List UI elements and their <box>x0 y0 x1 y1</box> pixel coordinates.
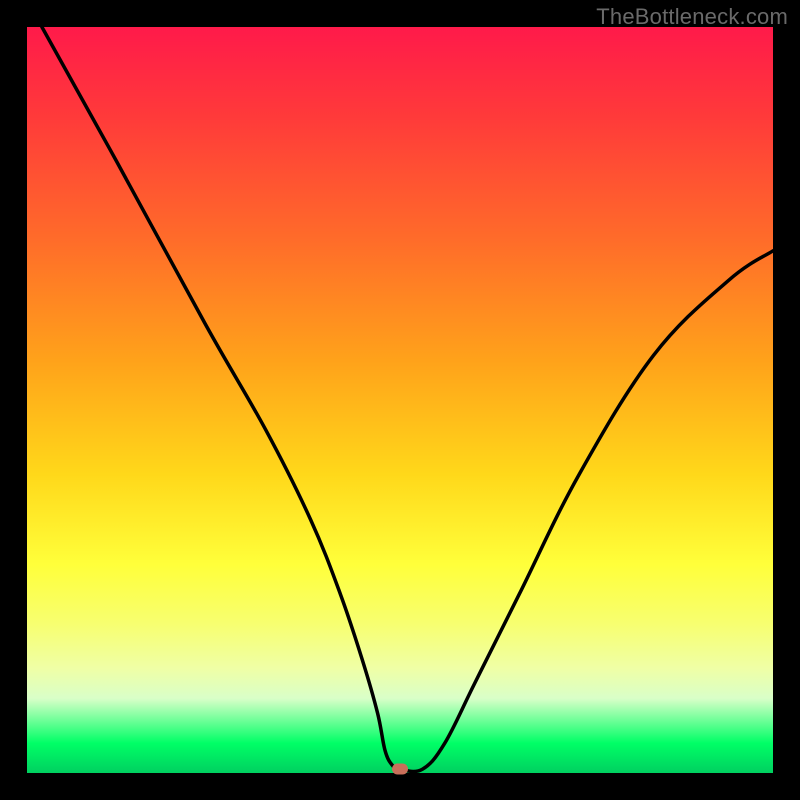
chart-frame: TheBottleneck.com <box>0 0 800 800</box>
watermark-text: TheBottleneck.com <box>596 4 788 30</box>
optimal-point-marker <box>392 764 408 775</box>
plot-area <box>27 27 773 773</box>
curve-svg <box>27 27 773 773</box>
bottleneck-curve <box>42 27 773 772</box>
